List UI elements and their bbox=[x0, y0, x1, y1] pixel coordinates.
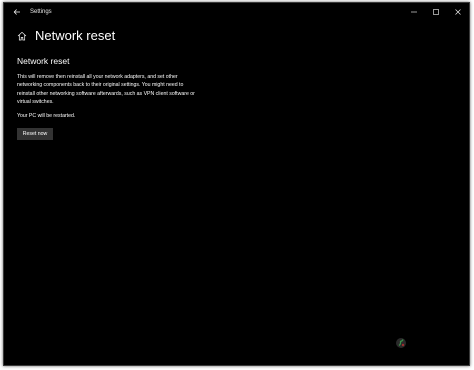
close-button[interactable] bbox=[447, 3, 469, 21]
page-title: Network reset bbox=[35, 28, 116, 43]
restart-note: Your PC will be restarted. bbox=[17, 113, 76, 119]
maximize-button[interactable] bbox=[425, 3, 447, 21]
reset-description: This will remove then reinstall all your… bbox=[17, 74, 195, 105]
reset-now-button[interactable]: Reset now bbox=[17, 128, 53, 140]
section-title: Network reset bbox=[17, 56, 70, 66]
home-icon bbox=[17, 31, 27, 41]
page-header: Network reset bbox=[16, 27, 115, 45]
maximize-icon bbox=[433, 9, 439, 15]
window-controls bbox=[403, 3, 469, 21]
settings-window: Settings Network reset Network reset Thi… bbox=[3, 2, 470, 366]
back-arrow-icon bbox=[13, 9, 20, 15]
minimize-button[interactable] bbox=[403, 3, 425, 21]
app-title: Settings bbox=[30, 9, 52, 15]
close-icon bbox=[455, 9, 461, 15]
minimize-icon bbox=[411, 11, 417, 13]
title-bar: Settings bbox=[4, 3, 469, 21]
back-button[interactable] bbox=[10, 5, 24, 19]
watermark-logo-icon bbox=[396, 338, 406, 348]
home-button[interactable] bbox=[16, 30, 28, 42]
